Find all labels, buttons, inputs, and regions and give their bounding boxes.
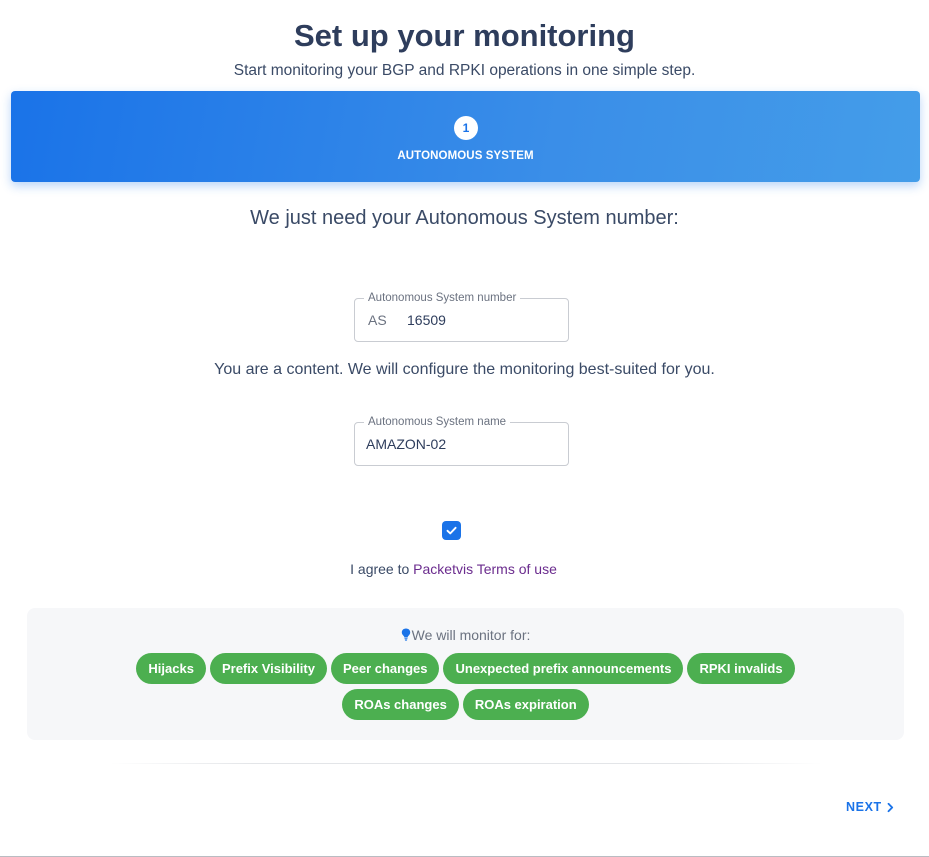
next-button[interactable]: NEXT (838, 796, 901, 818)
lightbulb-icon (401, 628, 410, 641)
chip-roas-changes: ROAs changes (342, 689, 459, 720)
step-label[interactable]: AUTONOMOUS SYSTEM (11, 150, 920, 162)
step-number-badge[interactable]: 1 (454, 116, 478, 140)
monitor-title: We will monitor for: (411, 627, 531, 643)
monitor-chip-list: Hijacks Prefix Visibility Peer changes U… (77, 653, 854, 720)
asn-field[interactable]: Autonomous System number AS (354, 291, 569, 342)
content-type-note: You are a content. We will configure the… (214, 361, 715, 378)
as-name-field[interactable]: Autonomous System name (354, 415, 569, 466)
asn-input[interactable] (407, 307, 557, 333)
asn-prefix: AS (368, 312, 387, 328)
asn-field-label: Autonomous System number (364, 291, 521, 305)
terms-checkbox[interactable] (442, 521, 461, 540)
stepper-header: 1 AUTONOMOUS SYSTEM (11, 91, 920, 182)
setup-page: Set up your monitoring Start monitoring … (0, 0, 929, 857)
terms-text: I agree to (350, 561, 410, 577)
next-button-label: NEXT (846, 800, 882, 814)
as-name-field-label: Autonomous System name (364, 415, 511, 429)
page-subtitle: Start monitoring your BGP and RPKI opera… (233, 62, 696, 79)
terms-agreement: I agree to Packetvis Terms of use (0, 561, 907, 577)
monitor-summary: We will monitor for: Hijacks Prefix Visi… (27, 608, 904, 740)
terms-link[interactable]: Packetvis Terms of use (413, 561, 557, 577)
checkmark-icon (446, 526, 457, 535)
chip-prefix-visibility: Prefix Visibility (209, 653, 327, 684)
chip-rpki-invalids: RPKI invalids (687, 653, 795, 684)
chevron-right-icon (887, 802, 893, 812)
divider (110, 763, 822, 764)
form-prompt: We just need your Autonomous System numb… (250, 207, 679, 229)
chip-unexpected-prefix-announcements: Unexpected prefix announcements (443, 653, 684, 684)
chip-peer-changes: Peer changes (330, 653, 440, 684)
chip-hijacks: Hijacks (136, 653, 206, 684)
page-title: Set up your monitoring (294, 18, 635, 53)
as-name-input[interactable] (366, 431, 556, 457)
monitor-heading: We will monitor for: (27, 627, 904, 643)
chip-roas-expiration: ROAs expiration (462, 689, 589, 720)
